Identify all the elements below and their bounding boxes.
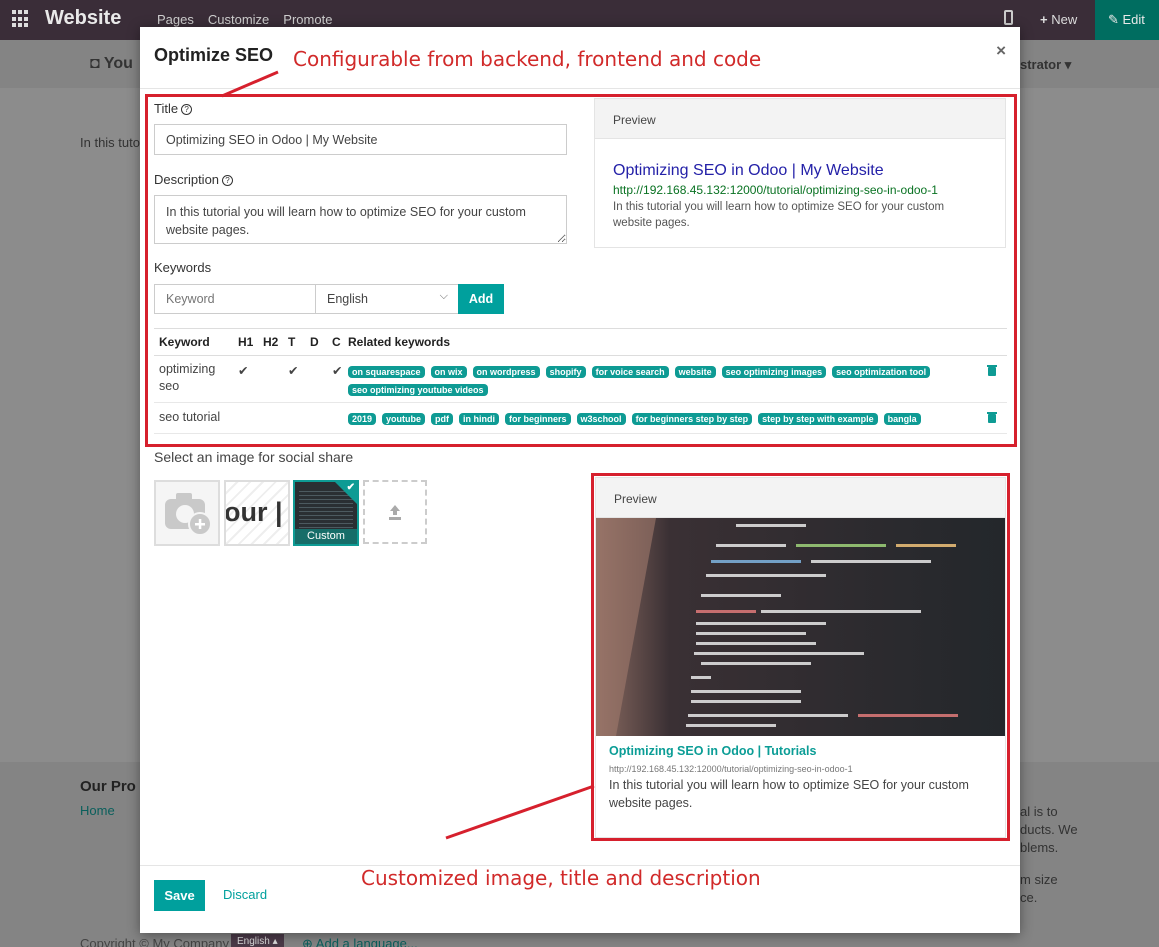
annotation-arrows [221,70,595,840]
annotation-line-top [221,70,279,98]
annotation-line-bottom [445,784,595,840]
